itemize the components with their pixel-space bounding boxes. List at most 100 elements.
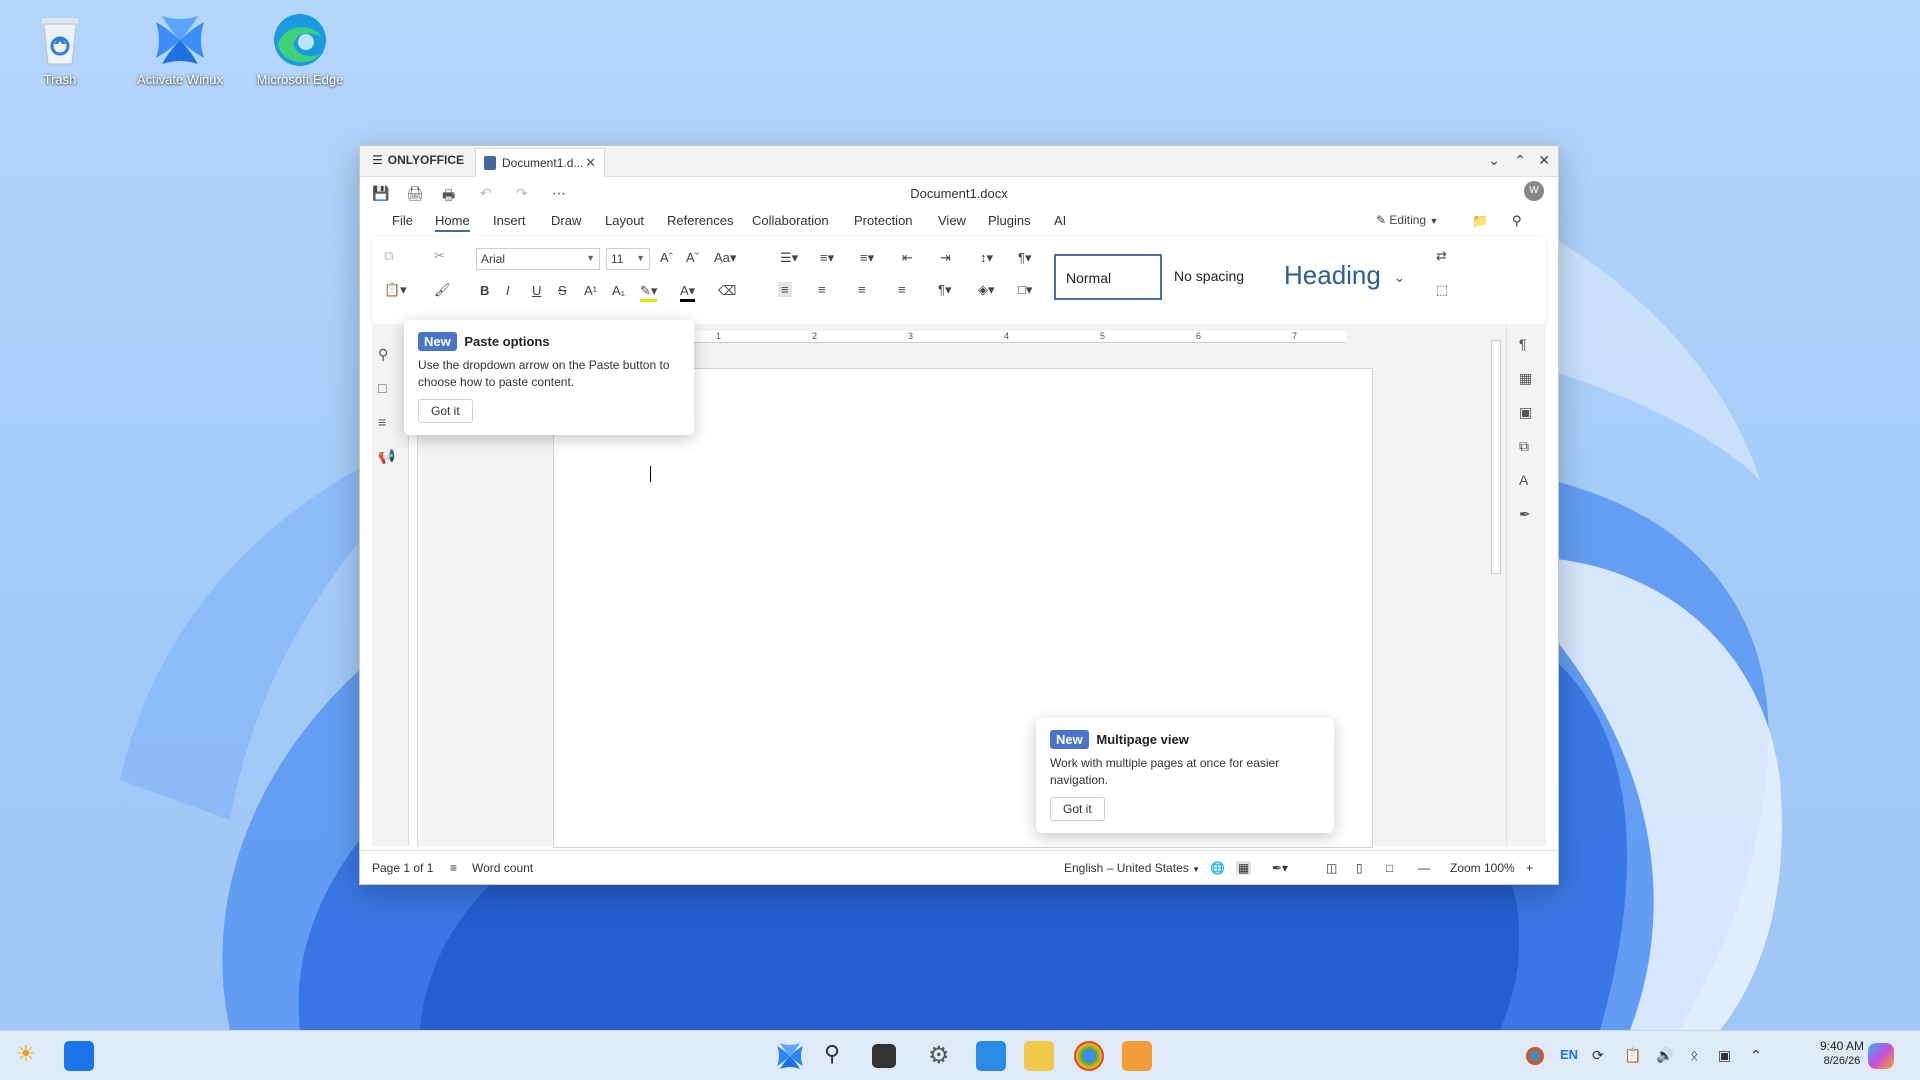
highlight-color-icon[interactable]: ✎▾ — [640, 283, 658, 302]
app-tab[interactable]: ☰ ONLYOFFICE — [372, 153, 464, 167]
menu-insert[interactable]: Insert — [493, 213, 526, 228]
menu-draw[interactable]: Draw — [551, 213, 581, 228]
menu-home[interactable]: Home — [435, 213, 470, 232]
menu-layout[interactable]: Layout — [605, 213, 644, 228]
increase-indent-icon[interactable]: ⇥ — [940, 250, 951, 266]
store-icon[interactable] — [976, 1041, 1006, 1071]
start-icon[interactable] — [775, 1041, 805, 1071]
styles-expand-icon[interactable]: ⌄ — [1394, 270, 1405, 286]
got-it-button[interactable]: Got it — [1050, 797, 1105, 821]
navigation-icon[interactable]: ≡ — [378, 414, 386, 430]
clipboard-icon[interactable]: 📋 — [1624, 1047, 1641, 1064]
decrease-indent-icon[interactable]: ⇤ — [902, 250, 913, 266]
clock[interactable]: 9:40 AM 8/26/26 — [1820, 1039, 1864, 1069]
spell-check-icon[interactable]: ▦ — [1236, 861, 1252, 875]
borders-icon[interactable]: □▾ — [1018, 282, 1032, 298]
cut-icon[interactable]: ✂ — [434, 248, 445, 264]
menu-file[interactable]: File — [392, 213, 413, 228]
scrollbar-thumb[interactable] — [1491, 340, 1501, 574]
superscript-icon[interactable]: A¹ — [584, 283, 597, 298]
multilevel-list-icon[interactable]: ≡▾ — [860, 250, 874, 266]
got-it-button[interactable]: Got it — [418, 399, 473, 423]
menu-plugins[interactable]: Plugins — [988, 213, 1031, 228]
search-icon[interactable]: ⚲ — [1512, 213, 1522, 229]
copilot-icon[interactable] — [1868, 1043, 1894, 1069]
signature-settings-icon[interactable]: ✒ — [1519, 506, 1531, 523]
paragraph-settings-icon[interactable]: ¶ — [1519, 336, 1527, 352]
style-normal[interactable]: Normal — [1054, 254, 1162, 300]
line-spacing-icon[interactable]: ↕▾ — [980, 250, 993, 266]
close-window-icon[interactable]: ✕ — [1538, 152, 1550, 169]
bluetooth-icon[interactable]: ᛟ — [1690, 1047, 1698, 1063]
image-settings-icon[interactable]: ▣ — [1519, 404, 1532, 421]
document-tab[interactable]: Document1.d... ✕ — [475, 148, 605, 177]
comments-icon[interactable]: □ — [378, 380, 386, 396]
maximize-icon[interactable]: ⌃ — [1514, 152, 1526, 169]
align-right-icon[interactable]: ≡ — [858, 282, 866, 297]
menu-ai[interactable]: AI — [1054, 213, 1066, 228]
numbering-icon[interactable]: ≡▾ — [820, 250, 834, 266]
user-avatar[interactable]: W — [1524, 181, 1544, 201]
shading-icon[interactable]: ◈▾ — [978, 282, 995, 298]
set-document-language-icon[interactable]: 🌐 — [1210, 861, 1225, 875]
shape-settings-icon[interactable]: ⧉ — [1519, 438, 1529, 455]
italic-icon[interactable]: I — [506, 283, 510, 298]
menu-view[interactable]: View — [938, 213, 966, 228]
zoom-level[interactable]: Zoom 100% — [1450, 861, 1515, 875]
widgets-icon[interactable] — [64, 1041, 94, 1071]
fit-to-width-icon[interactable]: □ — [1386, 861, 1393, 875]
language-select[interactable]: English – United States ▼ — [1064, 861, 1200, 875]
weather-icon[interactable]: ☀ — [16, 1041, 46, 1071]
paste-button[interactable]: 📋▾ — [384, 282, 407, 298]
style-no-spacing[interactable]: No spacing — [1164, 254, 1272, 300]
clear-style-icon[interactable]: ⌫ — [718, 283, 736, 299]
text-art-settings-icon[interactable]: A — [1519, 472, 1528, 488]
paragraph-settings-icon[interactable]: ¶▾ — [1018, 250, 1032, 266]
justify-icon[interactable]: ≡ — [898, 282, 906, 297]
show-hidden-icons-icon[interactable]: ⌃ — [1750, 1047, 1762, 1064]
chrome-icon[interactable] — [1074, 1041, 1104, 1071]
align-center-icon[interactable]: ≡ — [818, 282, 826, 297]
font-color-icon[interactable]: A▾ — [680, 283, 696, 302]
fit-to-page-icon[interactable]: ▯ — [1356, 861, 1363, 875]
onlyoffice-taskbar-icon[interactable] — [1122, 1041, 1152, 1071]
nonprinting-characters-icon[interactable]: ¶▾ — [938, 282, 952, 298]
sync-icon[interactable]: ⟳ — [1592, 1047, 1604, 1064]
close-tab-icon[interactable]: ✕ — [585, 155, 596, 171]
word-count-button[interactable]: Word count — [472, 861, 533, 875]
feedback-icon[interactable]: 📢 — [378, 448, 395, 465]
font-name-select[interactable]: Arial ▼ — [476, 248, 600, 270]
menu-protection[interactable]: Protection — [854, 213, 913, 228]
vertical-scrollbar[interactable] — [1490, 328, 1502, 842]
page-indicator[interactable]: Page 1 of 1 — [372, 861, 433, 875]
editing-mode-dropdown[interactable]: ✎ Editing ▼ — [1376, 213, 1438, 227]
task-view-icon[interactable] — [872, 1044, 896, 1068]
format-painter-icon[interactable]: 🖌 — [434, 282, 451, 298]
table-settings-icon[interactable]: ▦ — [1519, 370, 1532, 387]
copy-icon[interactable]: ⧉ — [384, 248, 393, 264]
chrome-tray-icon[interactable] — [1526, 1047, 1544, 1065]
font-size-select[interactable]: 11 ▼ — [606, 248, 650, 270]
align-left-icon[interactable]: ≡ — [778, 282, 792, 297]
style-heading[interactable]: Heading — [1274, 254, 1382, 300]
increase-font-icon[interactable]: Aˆ — [660, 250, 673, 265]
menu-collaboration[interactable]: Collaboration — [752, 213, 829, 228]
bold-icon[interactable]: B — [480, 283, 489, 298]
desktop-icon-trash[interactable]: Trash — [10, 12, 110, 87]
zoom-in-icon[interactable]: + — [1526, 861, 1533, 875]
search-icon[interactable]: ⚲ — [378, 346, 388, 363]
track-changes-icon[interactable]: ✒▾ — [1272, 861, 1288, 875]
network-icon[interactable]: ▣ — [1718, 1047, 1731, 1064]
multipage-view-icon[interactable]: ◫ — [1326, 861, 1337, 875]
file-explorer-icon[interactable] — [1024, 1041, 1054, 1071]
strikethrough-icon[interactable]: S — [558, 283, 567, 298]
search-icon[interactable]: ⚲ — [824, 1041, 854, 1071]
select-all-icon[interactable]: ⬚ — [1436, 282, 1448, 298]
open-file-location-icon[interactable]: 📁 — [1472, 213, 1488, 229]
replace-icon[interactable]: ⇄ — [1436, 248, 1447, 264]
subscript-icon[interactable]: A₁ — [612, 283, 625, 298]
underline-icon[interactable]: U — [532, 283, 541, 298]
chevron-down-icon[interactable]: ⌄ — [1488, 152, 1500, 169]
bullets-icon[interactable]: ☰▾ — [780, 250, 798, 266]
language-indicator[interactable]: EN — [1560, 1047, 1578, 1062]
